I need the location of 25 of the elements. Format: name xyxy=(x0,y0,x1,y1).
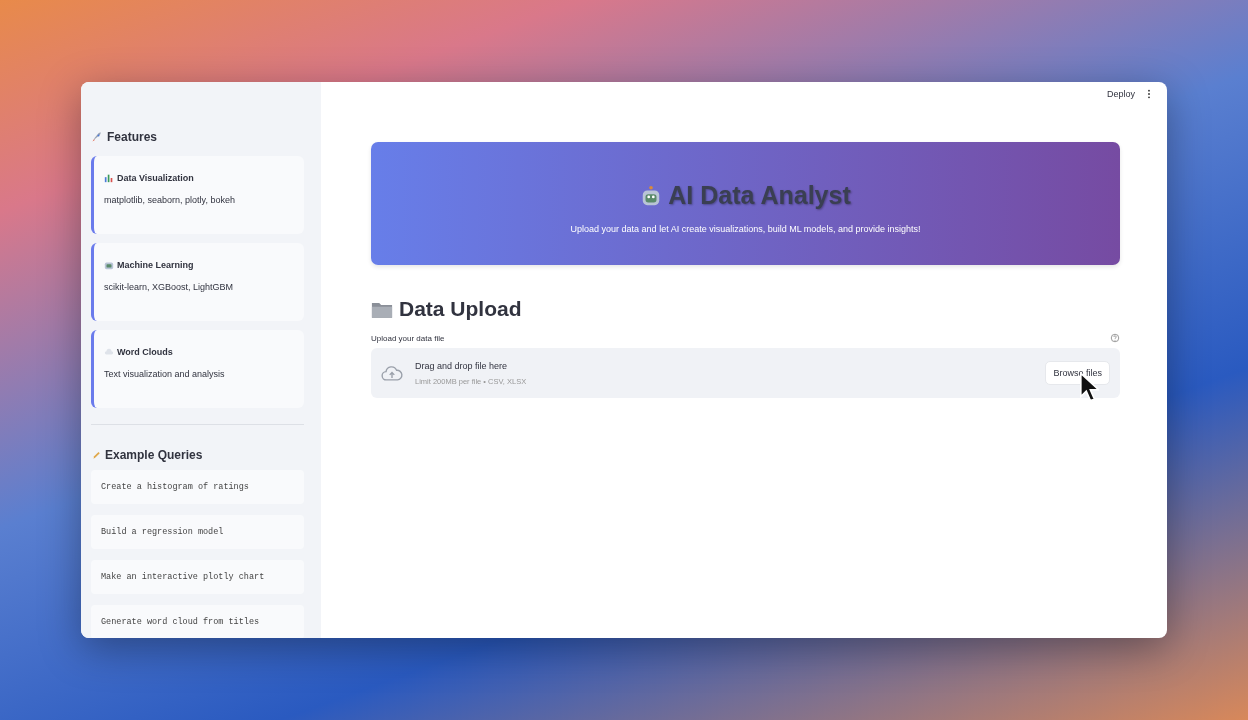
feature-title: Data Visualization xyxy=(117,173,194,183)
section-title: Features xyxy=(107,130,158,144)
feature-title: Machine Learning xyxy=(117,260,194,270)
feature-description: matplotlib, seaborn, plotly, bokeh xyxy=(104,195,236,205)
pencil-icon xyxy=(91,450,101,460)
deploy-button[interactable]: Deploy xyxy=(1103,87,1139,101)
feature-description: scikit-learn, XGBoost, LightGBM xyxy=(104,282,235,292)
field-label: Upload your data file xyxy=(371,333,445,343)
hero-subtitle: Upload your data and let AI create visualizations, build ML models, and provide insights! xyxy=(570,224,921,234)
cloud-icon xyxy=(104,347,114,357)
hero-title: AI Data Analyst xyxy=(668,181,851,210)
example-query: Build a regression model xyxy=(91,515,304,549)
example-query: Generate word cloud from titles xyxy=(91,605,304,638)
dropzone-instruction: Drag and drop file here xyxy=(415,360,509,371)
example-query: Create a histogram of ratings xyxy=(91,470,304,504)
feature-title: Word Clouds xyxy=(117,347,173,357)
cloud-upload-icon xyxy=(381,364,403,382)
section-title: Example Queries xyxy=(105,448,203,462)
more-options-icon[interactable] xyxy=(1147,89,1151,99)
example-query: Make an interactive plotly chart xyxy=(91,560,304,594)
section-heading: Data Upload xyxy=(399,297,522,321)
robot-icon xyxy=(104,260,114,270)
bar-chart-icon xyxy=(104,173,114,183)
browse-files-button[interactable]: Browse files xyxy=(1045,361,1110,385)
feature-description: Text visualization and analysis xyxy=(104,369,226,379)
